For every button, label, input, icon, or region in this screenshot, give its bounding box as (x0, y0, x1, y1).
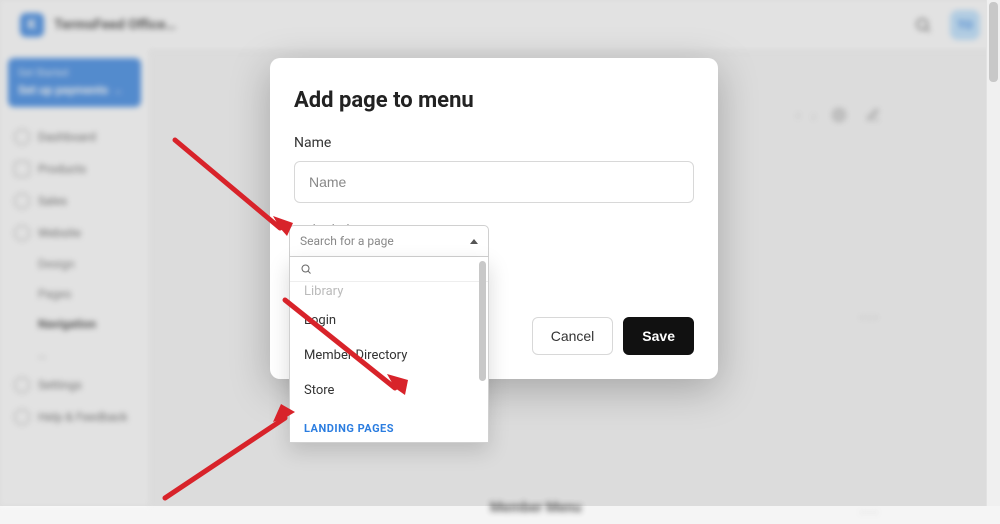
more-icon[interactable]: ··· (860, 503, 880, 524)
dropdown-placeholder: Search for a page (300, 234, 394, 248)
chevron-up-icon (470, 239, 478, 244)
dropdown-scrollbar[interactable] (479, 261, 486, 381)
scrollbar[interactable] (986, 0, 1000, 506)
modal-title: Add page to menu (294, 88, 694, 113)
search-icon (300, 263, 312, 275)
dropdown-panel: Library Login Member Directory Store LAN… (289, 257, 489, 443)
dropdown-trigger[interactable]: Search for a page (289, 225, 489, 257)
dropdown-search-row[interactable] (290, 257, 488, 282)
scrollbar-thumb[interactable] (989, 2, 998, 82)
cancel-button[interactable]: Cancel (532, 317, 614, 355)
dropdown-group-landing-pages: LANDING PAGES (290, 408, 488, 443)
page-search-dropdown: Search for a page Library Login Member D… (289, 225, 489, 443)
dropdown-option-login[interactable]: Login (290, 303, 488, 338)
dropdown-option-library[interactable]: Library (290, 282, 488, 303)
name-label: Name (294, 135, 694, 151)
name-input[interactable] (294, 161, 694, 203)
dropdown-option-member-directory[interactable]: Member Directory (290, 338, 488, 373)
dropdown-option-store[interactable]: Store (290, 373, 488, 408)
save-button[interactable]: Save (623, 317, 694, 355)
